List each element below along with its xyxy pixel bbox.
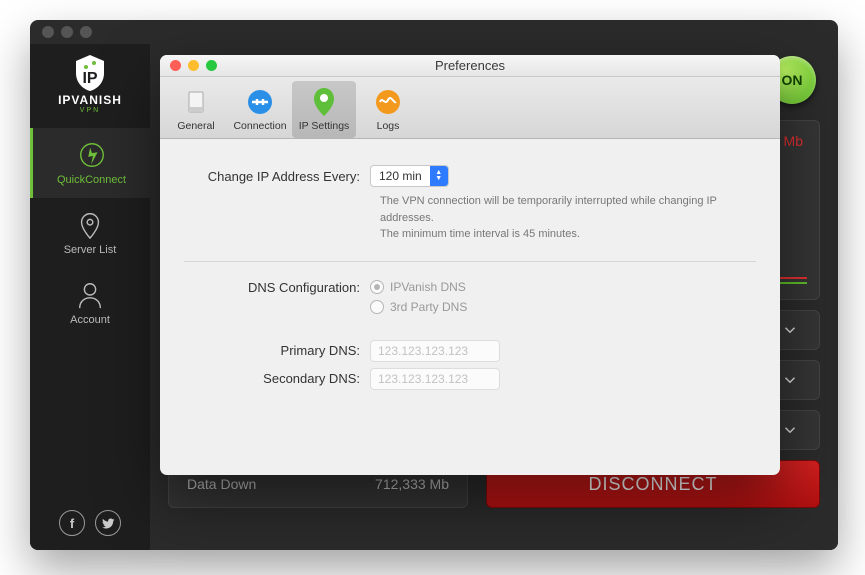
- change-ip-hint2: The minimum time interval is 45 minutes.: [380, 226, 740, 243]
- tab-ip-settings[interactable]: IP Settings: [292, 81, 356, 138]
- primary-dns-input[interactable]: [370, 340, 500, 362]
- pin-icon: [75, 210, 105, 240]
- prefs-body: Change IP Address Every: 120 min ▲▼ The …: [160, 139, 780, 422]
- sidebar-item-quickconnect[interactable]: QuickConnect: [30, 128, 150, 198]
- chevron-down-icon: [781, 321, 799, 339]
- brand-logo: IP IPVANISH VPN: [55, 48, 125, 118]
- general-icon: [181, 87, 211, 117]
- prefs-toolbar: General Connection IP Settings Logs: [160, 77, 780, 139]
- data-down-value: 712,333 Mb: [375, 476, 449, 492]
- chevron-down-icon: [781, 421, 799, 439]
- sidebar-item-label: Server List: [64, 244, 117, 256]
- account-icon: [75, 280, 105, 310]
- change-ip-label: Change IP Address Every:: [184, 169, 370, 184]
- change-ip-select[interactable]: 120 min ▲▼: [370, 165, 449, 187]
- chevron-down-icon: [781, 371, 799, 389]
- radio-icon: [370, 280, 384, 294]
- shield-logo-icon: IP: [70, 53, 110, 93]
- dns-config-label: DNS Configuration:: [184, 280, 370, 295]
- minimize-dot[interactable]: [61, 26, 73, 38]
- tab-general[interactable]: General: [164, 81, 228, 138]
- change-ip-hint1: The VPN connection will be temporarily i…: [380, 193, 740, 226]
- prefs-title: Preferences: [160, 58, 780, 73]
- dns-option-ipvanish[interactable]: IPVanish DNS: [370, 280, 467, 294]
- twitter-icon[interactable]: [95, 510, 121, 536]
- sidebar: IP IPVANISH VPN QuickConnect Server List…: [30, 44, 150, 550]
- secondary-dns-input[interactable]: [370, 368, 500, 390]
- data-down-label: Data Down: [187, 476, 256, 492]
- quickconnect-icon: [77, 140, 107, 170]
- tab-label: General: [177, 120, 214, 132]
- secondary-dns-label: Secondary DNS:: [184, 371, 370, 386]
- minimize-icon[interactable]: [188, 60, 199, 71]
- brand-sub: VPN: [80, 107, 100, 114]
- radio-label: IPVanish DNS: [390, 280, 466, 294]
- close-dot[interactable]: [42, 26, 54, 38]
- facebook-icon[interactable]: f: [59, 510, 85, 536]
- radio-label: 3rd Party DNS: [390, 300, 467, 314]
- ip-settings-icon: [309, 87, 339, 117]
- brand-name: IPVANISH: [58, 93, 122, 107]
- tab-label: Connection: [233, 120, 286, 132]
- preferences-dialog: Preferences General Connection IP Settin…: [160, 55, 780, 475]
- zoom-dot[interactable]: [80, 26, 92, 38]
- primary-dns-label: Primary DNS:: [184, 343, 370, 358]
- prefs-titlebar[interactable]: Preferences: [160, 55, 780, 77]
- tab-label: Logs: [377, 120, 400, 132]
- app-titlebar[interactable]: [30, 20, 838, 44]
- sidebar-item-label: Account: [70, 314, 110, 326]
- divider: [184, 261, 756, 262]
- close-icon[interactable]: [170, 60, 181, 71]
- dns-option-thirdparty[interactable]: 3rd Party DNS: [370, 300, 467, 314]
- tab-logs[interactable]: Logs: [356, 81, 420, 138]
- logs-icon: [373, 87, 403, 117]
- social-links: f: [59, 510, 121, 536]
- select-arrows-icon: ▲▼: [430, 166, 448, 186]
- zoom-icon[interactable]: [206, 60, 217, 71]
- svg-text:IP: IP: [82, 70, 97, 87]
- change-ip-value: 120 min: [371, 169, 430, 183]
- sidebar-item-label: QuickConnect: [57, 174, 126, 186]
- sidebar-item-account[interactable]: Account: [30, 268, 150, 338]
- tab-label: IP Settings: [299, 120, 350, 132]
- radio-icon: [370, 300, 384, 314]
- sidebar-item-serverlist[interactable]: Server List: [30, 198, 150, 268]
- connection-icon: [245, 87, 275, 117]
- tab-connection[interactable]: Connection: [228, 81, 292, 138]
